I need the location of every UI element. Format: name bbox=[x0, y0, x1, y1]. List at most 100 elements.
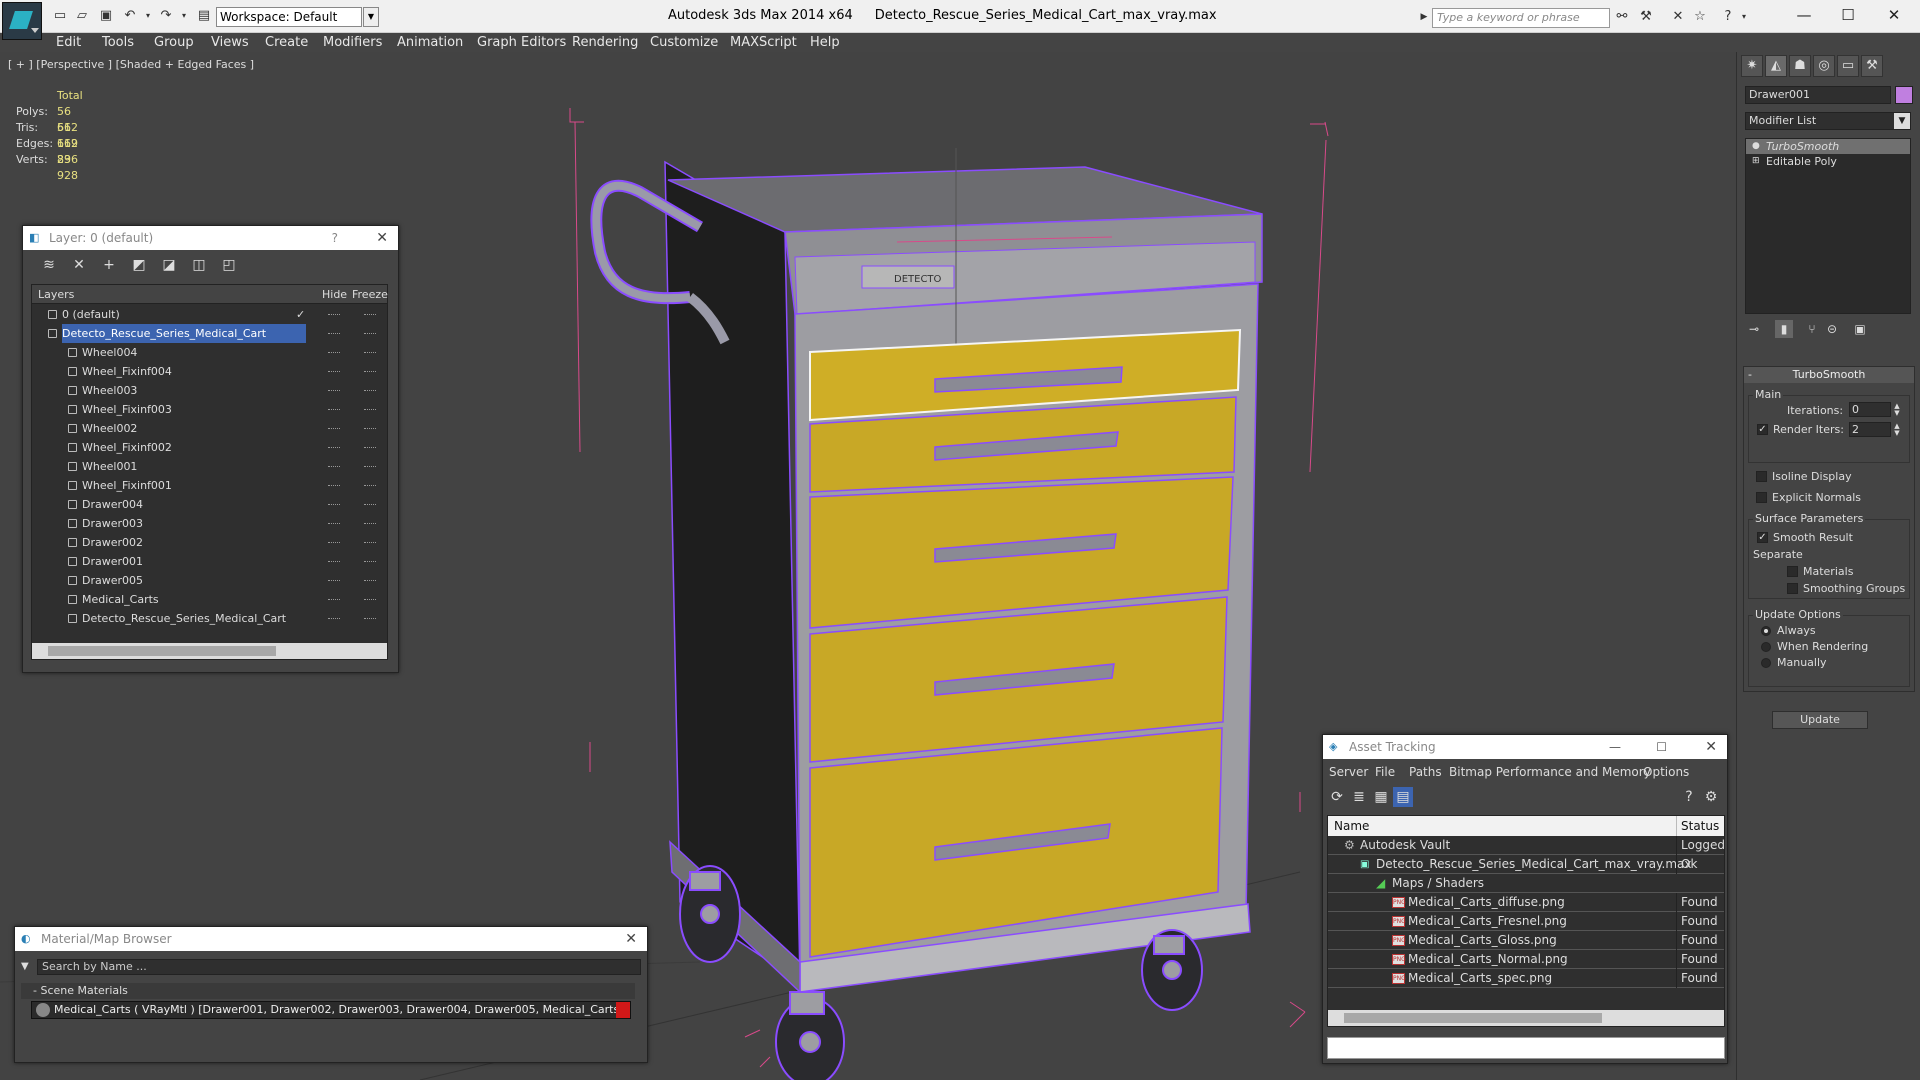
select-objects-icon[interactable]: ◩ bbox=[129, 255, 149, 275]
maximize-icon[interactable]: ☐ bbox=[1656, 735, 1667, 759]
hierarchy-tab-icon[interactable]: ☗ bbox=[1789, 55, 1811, 77]
layer-object-row[interactable]: Drawer004 bbox=[32, 495, 387, 514]
column-layers[interactable]: Layers bbox=[38, 285, 74, 304]
layer-object-row[interactable]: Wheel_Fixinf002 bbox=[32, 438, 387, 457]
layer-window-titlebar[interactable]: ◧ Layer: 0 (default) ? ✕ bbox=[23, 226, 398, 250]
stack-item-editable-poly[interactable]: ⊞ Editable Poly bbox=[1746, 154, 1910, 169]
pin-stack-icon[interactable]: ⊸ bbox=[1745, 320, 1763, 338]
materials-checkbox[interactable] bbox=[1787, 566, 1798, 577]
asset-row[interactable]: PNG Medical_Carts_Fresnel.png Found bbox=[1328, 912, 1724, 931]
layer-object-row[interactable]: Wheel_Fixinf004 bbox=[32, 362, 387, 381]
scene-materials-group[interactable]: - Scene Materials bbox=[21, 983, 635, 999]
modifier-list-dropdown[interactable]: Modifier List ▼ bbox=[1745, 112, 1911, 130]
menu-file[interactable]: File bbox=[1375, 765, 1395, 779]
freeze-toggle[interactable] bbox=[364, 561, 376, 562]
asset-path-field[interactable] bbox=[1327, 1037, 1725, 1059]
favorites-star-icon[interactable]: ☆ bbox=[1692, 9, 1708, 25]
spinner-arrows-icon[interactable]: ▲ ▼ bbox=[1892, 423, 1902, 438]
freeze-toggle[interactable] bbox=[364, 409, 376, 410]
close-icon[interactable]: ✕ bbox=[625, 927, 637, 951]
render-iters-checkbox[interactable]: ✓ bbox=[1757, 424, 1768, 435]
scrollbar-thumb[interactable] bbox=[1344, 1013, 1602, 1023]
object-name-field[interactable]: Drawer001 bbox=[1745, 86, 1891, 104]
always-radio[interactable] bbox=[1761, 626, 1771, 636]
horizontal-scrollbar[interactable] bbox=[32, 643, 387, 659]
menu-paths[interactable]: Paths bbox=[1409, 765, 1442, 779]
menu-tools[interactable]: Tools bbox=[102, 35, 134, 50]
material-browser-titlebar[interactable]: ◐ Material/Map Browser ✕ bbox=[15, 927, 647, 951]
remove-modifier-icon[interactable]: ⊝ bbox=[1823, 320, 1841, 338]
viewport-label[interactable]: [ + ] [Perspective ] [Shaded + Edged Fac… bbox=[8, 58, 254, 71]
layer-object-row[interactable]: Wheel001 bbox=[32, 457, 387, 476]
when-rendering-radio[interactable] bbox=[1761, 642, 1771, 652]
iterations-spinner[interactable]: 0 ▲ ▼ bbox=[1849, 402, 1900, 417]
hide-toggle[interactable] bbox=[328, 485, 340, 486]
turbosmooth-rollout-header[interactable]: - TurboSmooth bbox=[1744, 367, 1914, 383]
smooth-result-checkbox[interactable]: ✓ bbox=[1757, 532, 1768, 543]
subscription-icon[interactable]: ⚒ bbox=[1638, 9, 1654, 25]
layer-object-row[interactable]: Wheel004 bbox=[32, 343, 387, 362]
delete-layer-icon[interactable]: ✕ bbox=[69, 255, 89, 275]
active-layer-check-icon[interactable]: ✓ bbox=[296, 305, 305, 324]
layer-object-row[interactable]: Drawer001 bbox=[32, 552, 387, 571]
list-view-icon[interactable]: ≣ bbox=[1349, 787, 1369, 807]
explicit-normals-checkbox[interactable] bbox=[1756, 492, 1767, 503]
hide-toggle[interactable] bbox=[328, 542, 340, 543]
freeze-toggle[interactable] bbox=[364, 428, 376, 429]
minimize-icon[interactable]: — bbox=[1786, 3, 1822, 27]
column-hide[interactable]: Hide bbox=[322, 285, 347, 304]
minimize-icon[interactable]: — bbox=[1609, 735, 1621, 759]
help-icon[interactable]: ? bbox=[1720, 9, 1736, 25]
binoculars-icon[interactable]: ⚯ bbox=[1614, 9, 1630, 25]
hide-toggle[interactable] bbox=[328, 447, 340, 448]
save-icon[interactable]: ▣ bbox=[98, 8, 114, 24]
freeze-toggle[interactable] bbox=[364, 447, 376, 448]
menu-server[interactable]: Server bbox=[1329, 765, 1368, 779]
freeze-toggle[interactable] bbox=[364, 523, 376, 524]
table-view-icon[interactable]: ▤ bbox=[1393, 787, 1413, 807]
freeze-toggle[interactable] bbox=[364, 371, 376, 372]
hide-toggle[interactable] bbox=[328, 523, 340, 524]
freeze-toggle[interactable] bbox=[364, 599, 376, 600]
column-freeze[interactable]: Freeze bbox=[352, 285, 388, 304]
make-unique-icon[interactable]: ⑂ bbox=[1803, 320, 1821, 338]
modify-tab-icon[interactable]: ◭ bbox=[1765, 55, 1787, 77]
layer-object-row[interactable]: Drawer005 bbox=[32, 571, 387, 590]
render-iters-spinner[interactable]: 2 ▲ ▼ bbox=[1849, 422, 1900, 437]
help-icon[interactable]: ? bbox=[1679, 787, 1699, 807]
new-file-icon[interactable]: ▭ bbox=[52, 8, 68, 24]
help-dropdown-icon[interactable]: ▾ bbox=[1736, 9, 1752, 25]
undo-icon[interactable]: ↶ bbox=[122, 8, 138, 24]
hide-toggle[interactable] bbox=[328, 352, 340, 353]
hide-toggle[interactable] bbox=[328, 504, 340, 505]
redo-icon[interactable]: ↷ bbox=[158, 8, 174, 24]
object-color-swatch[interactable] bbox=[1895, 86, 1913, 104]
freeze-toggle[interactable] bbox=[364, 352, 376, 353]
workspace-dropdown[interactable]: Workspace: Default ▼ bbox=[216, 7, 379, 27]
settings-icon[interactable]: ⚙ bbox=[1701, 787, 1721, 807]
freeze-toggle[interactable] bbox=[364, 314, 376, 315]
freeze-all-icon[interactable]: ◰ bbox=[219, 255, 239, 275]
menu-group[interactable]: Group bbox=[154, 35, 194, 50]
create-tab-icon[interactable]: ✷ bbox=[1741, 55, 1763, 77]
menu-modifiers[interactable]: Modifiers bbox=[323, 35, 382, 50]
menu-customize[interactable]: Customize bbox=[650, 35, 718, 50]
freeze-toggle[interactable] bbox=[364, 618, 376, 619]
create-layer-icon[interactable]: ≋ bbox=[39, 255, 59, 275]
material-item[interactable]: Medical_Carts ( VRayMtl ) [Drawer001, Dr… bbox=[31, 1001, 631, 1019]
refresh-icon[interactable]: ⟳ bbox=[1327, 787, 1347, 807]
layer-row[interactable]: Detecto_Rescue_Series_Medical_Cart bbox=[32, 324, 387, 343]
asset-row[interactable]: ▣ Detecto_Rescue_Series_Medical_Cart_max_… bbox=[1328, 855, 1724, 874]
lightbulb-icon[interactable]: ● bbox=[1752, 141, 1761, 151]
hide-toggle[interactable] bbox=[328, 371, 340, 372]
menu-options[interactable]: Options bbox=[1643, 765, 1689, 779]
smoothing-groups-checkbox[interactable] bbox=[1787, 583, 1798, 594]
redo-dropdown-icon[interactable]: ▾ bbox=[176, 8, 192, 24]
close-icon[interactable]: ✕ bbox=[1876, 3, 1912, 27]
hide-toggle[interactable] bbox=[328, 618, 340, 619]
maximize-icon[interactable]: ☐ bbox=[1830, 3, 1866, 27]
expand-plus-icon[interactable]: ⊞ bbox=[1752, 156, 1761, 166]
layer-object-row[interactable]: Medical_Carts bbox=[32, 590, 387, 609]
asset-row[interactable]: PNG Medical_Carts_Normal.png Found bbox=[1328, 950, 1724, 969]
freeze-toggle[interactable] bbox=[364, 504, 376, 505]
